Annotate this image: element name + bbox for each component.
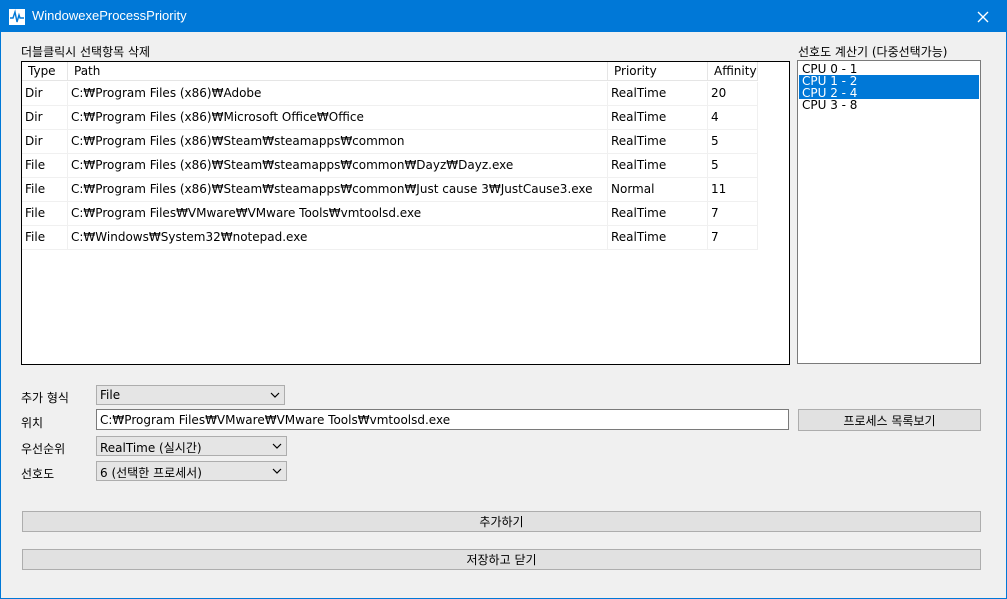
save-close-button[interactable]: 저장하고 닫기	[22, 549, 981, 570]
cell-type: File	[22, 226, 68, 250]
cell-priority: RealTime	[608, 202, 708, 226]
cell-affinity: 11	[708, 178, 758, 202]
cell-path: C:₩Program Files (x86)₩Microsoft Office₩…	[68, 106, 608, 130]
process-list-button[interactable]: 프로세스 목록보기	[798, 409, 981, 431]
cpu-caption: 선호도 계산기 (다중선택가능)	[798, 45, 948, 59]
table-row[interactable]: Dir C:₩Program Files (x86)₩Microsoft Off…	[22, 106, 758, 130]
add-type-select[interactable]: File	[96, 385, 285, 405]
cell-priority: RealTime	[608, 106, 708, 130]
cell-priority: RealTime	[608, 130, 708, 154]
close-icon	[977, 11, 989, 22]
cell-path: C:₩Program Files (x86)₩Steam₩steamapps₩c…	[68, 130, 608, 154]
affinity-value: 6 (선택한 프로세서)	[100, 466, 202, 480]
close-button[interactable]	[960, 1, 1006, 32]
cell-path: C:₩Windows₩System32₩notepad.exe	[68, 226, 608, 250]
cell-affinity: 20	[708, 82, 758, 106]
cell-affinity: 5	[708, 154, 758, 178]
cpu-list-item[interactable]: CPU 3 - 8	[799, 99, 979, 111]
priority-value: RealTime (실시간)	[100, 441, 202, 455]
cell-priority: RealTime	[608, 154, 708, 178]
cell-type: Dir	[22, 82, 68, 106]
column-header-type[interactable]: Type	[22, 62, 68, 81]
table-header: Type Path Priority Affinity	[22, 62, 758, 82]
cell-affinity: 4	[708, 106, 758, 130]
cell-type: Dir	[22, 130, 68, 154]
window-title: WindowexeProcessPriority	[32, 8, 187, 23]
table-row[interactable]: File C:₩Windows₩System32₩notepad.exe Rea…	[22, 226, 758, 250]
cell-priority: RealTime	[608, 82, 708, 106]
priority-table[interactable]: Type Path Priority Affinity Dir C:₩Progr…	[21, 61, 790, 365]
cell-affinity: 5	[708, 130, 758, 154]
cpu-affinity-list[interactable]: CPU 0 - 1 CPU 1 - 2 CPU 2 - 4 CPU 3 - 8	[797, 60, 981, 364]
title-bar[interactable]: WindowexeProcessPriority	[1, 1, 1006, 32]
location-input[interactable]	[97, 410, 788, 429]
affinity-label: 선호도	[21, 467, 55, 481]
cell-type: File	[22, 178, 68, 202]
chevron-down-icon	[272, 468, 282, 474]
cell-path: C:₩Program Files (x86)₩Steam₩steamapps₩c…	[68, 178, 608, 202]
cell-path: C:₩Program Files (x86)₩Adobe	[68, 82, 608, 106]
table-row[interactable]: File C:₩Program Files₩VMware₩VMware Tool…	[22, 202, 758, 226]
table-row[interactable]: File C:₩Program Files (x86)₩Steam₩steama…	[22, 178, 758, 202]
priority-select[interactable]: RealTime (실시간)	[96, 436, 287, 456]
cell-affinity: 7	[708, 226, 758, 250]
cell-type: Dir	[22, 106, 68, 130]
table-row[interactable]: File C:₩Program Files (x86)₩Steam₩steama…	[22, 154, 758, 178]
chevron-down-icon	[272, 443, 282, 449]
affinity-select[interactable]: 6 (선택한 프로세서)	[96, 461, 287, 481]
column-header-affinity[interactable]: Affinity	[708, 62, 758, 81]
cell-priority: Normal	[608, 178, 708, 202]
location-label: 위치	[21, 416, 44, 430]
add-button[interactable]: 추가하기	[22, 511, 981, 532]
column-header-priority[interactable]: Priority	[608, 62, 708, 81]
cell-path: C:₩Program Files₩VMware₩VMware Tools₩vmt…	[68, 202, 608, 226]
add-type-value: File	[100, 388, 121, 402]
cell-type: File	[22, 202, 68, 226]
column-header-path[interactable]: Path	[68, 62, 608, 81]
cell-type: File	[22, 154, 68, 178]
location-field[interactable]	[96, 409, 789, 430]
cell-priority: RealTime	[608, 226, 708, 250]
cell-affinity: 7	[708, 202, 758, 226]
priority-label: 우선순위	[21, 442, 66, 456]
table-row[interactable]: Dir C:₩Program Files (x86)₩Adobe RealTim…	[22, 82, 758, 106]
chevron-down-icon	[270, 392, 280, 398]
add-type-label: 추가 형식	[21, 391, 69, 405]
pulse-icon	[9, 9, 25, 25]
main-window: WindowexeProcessPriority 더블클릭시 선택항목 삭제 선…	[0, 0, 1007, 599]
list-caption: 더블클릭시 선택항목 삭제	[21, 45, 151, 59]
table-row[interactable]: Dir C:₩Program Files (x86)₩Steam₩steamap…	[22, 130, 758, 154]
cell-path: C:₩Program Files (x86)₩Steam₩steamapps₩c…	[68, 154, 608, 178]
